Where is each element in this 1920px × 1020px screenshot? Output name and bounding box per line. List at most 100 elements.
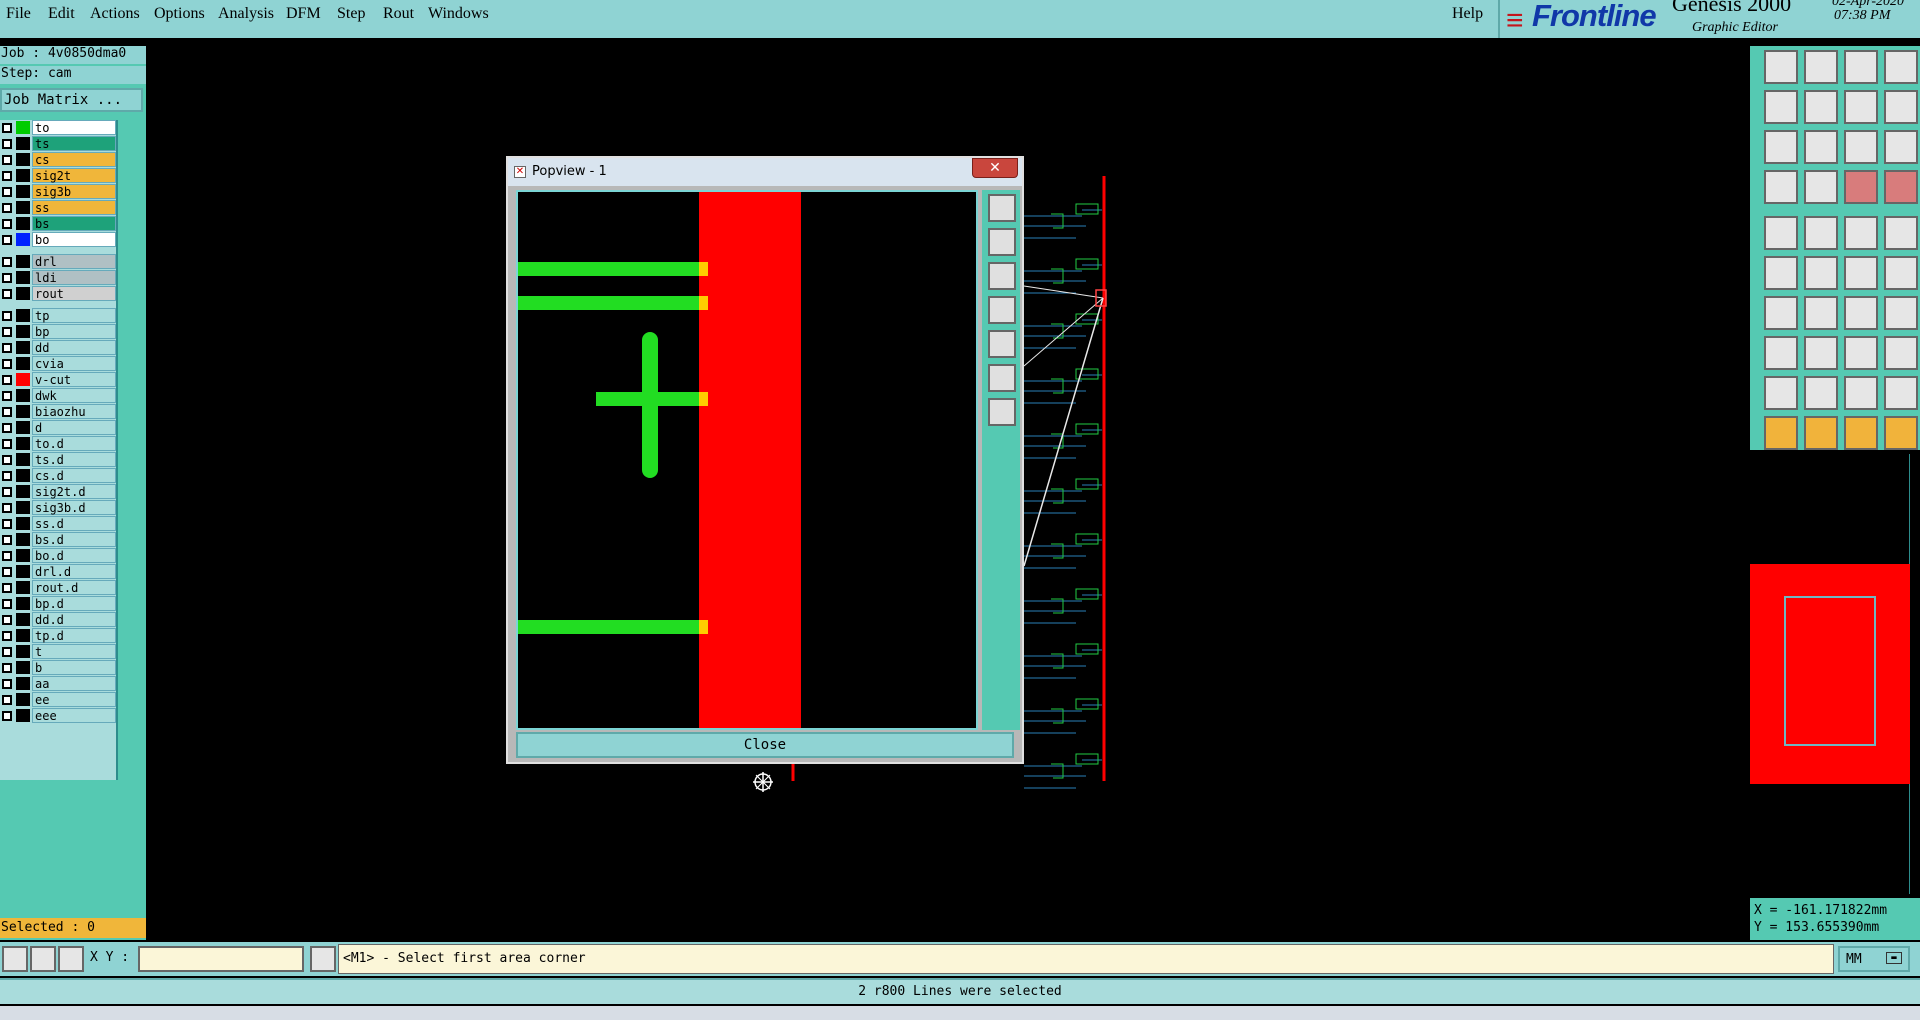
layer-name[interactable]: tp (32, 308, 116, 323)
layer-row-sig3b.d[interactable]: sig3b.d (0, 500, 116, 515)
layer-color-swatch[interactable] (16, 137, 30, 150)
triangle-icon[interactable] (1764, 376, 1798, 410)
menu-file[interactable]: File (6, 5, 31, 23)
layer-color-swatch[interactable] (16, 341, 30, 354)
copy-right-icon[interactable] (1804, 90, 1838, 124)
layer-checkbox[interactable] (2, 273, 12, 283)
layer-checkbox[interactable] (2, 235, 12, 245)
triangle3-icon[interactable] (1844, 376, 1878, 410)
layer-color-swatch[interactable] (16, 421, 30, 434)
layer-color-swatch[interactable] (16, 201, 30, 214)
arc-icon[interactable] (1844, 256, 1878, 290)
layer-row-bo.d[interactable]: bo.d (0, 548, 116, 563)
connect-icon[interactable] (1764, 256, 1798, 290)
layer-color-swatch[interactable] (16, 581, 30, 594)
layer-row-ts.d[interactable]: ts.d (0, 452, 116, 467)
layer-color-swatch[interactable] (16, 709, 30, 722)
layer-row-bo[interactable]: bo (0, 232, 116, 247)
layer-row-biaozhu[interactable]: biaozhu (0, 404, 116, 419)
layer-name[interactable]: t (32, 644, 116, 659)
layer-checkbox[interactable] (2, 471, 12, 481)
menu-windows[interactable]: Windows (428, 5, 489, 23)
select-info-icon[interactable] (1844, 416, 1878, 450)
layer-name[interactable]: cs.d (32, 468, 116, 483)
unit-select[interactable]: MM ▬ (1838, 946, 1910, 972)
layer-color-swatch[interactable] (16, 389, 30, 402)
layer-color-swatch[interactable] (16, 357, 30, 370)
pads-icon[interactable] (1884, 336, 1918, 370)
layer-checkbox[interactable] (2, 187, 12, 197)
layer-name[interactable]: d (32, 420, 116, 435)
layer-color-swatch[interactable] (16, 437, 30, 450)
layer-row-ss.d[interactable]: ss.d (0, 516, 116, 531)
move-down-icon[interactable] (1804, 50, 1838, 84)
layer-checkbox[interactable] (2, 439, 12, 449)
menu-edit[interactable]: Edit (48, 5, 75, 23)
layer-checkbox[interactable] (2, 155, 12, 165)
net-highlight-icon[interactable] (1844, 170, 1878, 204)
layer-name[interactable]: to (32, 120, 116, 135)
layer-name[interactable]: drl (32, 254, 116, 269)
layer-checkbox[interactable] (2, 535, 12, 545)
layer-row-t[interactable]: t (0, 644, 116, 659)
measure-icon[interactable] (30, 946, 56, 972)
move-up-icon[interactable] (1764, 50, 1798, 84)
layer-checkbox[interactable] (2, 423, 12, 433)
layer-name[interactable]: dd.d (32, 612, 116, 627)
layer-row-cs.d[interactable]: cs.d (0, 468, 116, 483)
layer-name[interactable]: sig2t (32, 168, 116, 183)
layer-row-drl.d[interactable]: drl.d (0, 564, 116, 579)
layer-row-v-cut[interactable]: v-cut (0, 372, 116, 387)
layer-name[interactable]: bs (32, 216, 116, 231)
layer-row-b[interactable]: b (0, 660, 116, 675)
zoom-fit-icon[interactable] (1764, 130, 1798, 164)
angle-icon[interactable] (1764, 296, 1798, 330)
layer-checkbox[interactable] (2, 551, 12, 561)
layer-row-rout[interactable]: rout (0, 286, 116, 301)
layer-row-ee[interactable]: ee (0, 692, 116, 707)
layer-color-swatch[interactable] (16, 565, 30, 578)
pad-add-icon[interactable] (1764, 216, 1798, 250)
layer-row-bs[interactable]: bs (0, 216, 116, 231)
layer-color-swatch[interactable] (16, 469, 30, 482)
layer-name[interactable]: b (32, 660, 116, 675)
layer-checkbox[interactable] (2, 647, 12, 657)
layer-color-swatch[interactable] (16, 153, 30, 166)
layer-name[interactable]: dwk (32, 388, 116, 403)
circle-add-icon[interactable] (1884, 216, 1918, 250)
layer-row-d[interactable]: d (0, 420, 116, 435)
layer-name[interactable]: eee (32, 708, 116, 723)
layer-checkbox[interactable] (2, 257, 12, 267)
layer-color-swatch[interactable] (16, 597, 30, 610)
layer-checkbox[interactable] (2, 171, 12, 181)
menu-step[interactable]: Step (337, 5, 365, 23)
layer-name[interactable]: to.d (32, 436, 116, 451)
layer-checkbox[interactable] (2, 615, 12, 625)
overview-view-frame[interactable] (1784, 596, 1876, 746)
layer-name[interactable]: bp (32, 324, 116, 339)
layer-color-swatch[interactable] (16, 629, 30, 642)
layer-name[interactable]: ss.d (32, 516, 116, 531)
menu-options[interactable]: Options (154, 5, 205, 23)
layer-color-swatch[interactable] (16, 309, 30, 322)
layer-checkbox[interactable] (2, 327, 12, 337)
layer-name[interactable]: ts.d (32, 452, 116, 467)
layer-checkbox[interactable] (2, 289, 12, 299)
layer-color-swatch[interactable] (16, 271, 30, 284)
triangle2-icon[interactable] (1804, 376, 1838, 410)
layer-name[interactable]: biaozhu (32, 404, 116, 419)
arc2-icon[interactable] (1884, 256, 1918, 290)
layer-color-swatch[interactable] (16, 517, 30, 530)
zoom-layers-icon[interactable] (988, 194, 1016, 222)
help-icon[interactable] (1884, 130, 1918, 164)
layer-color-swatch[interactable] (16, 677, 30, 690)
layer-row-to.d[interactable]: to.d (0, 436, 116, 451)
dot-icon[interactable] (1764, 336, 1798, 370)
layer-checkbox[interactable] (2, 123, 12, 133)
rotate-icon[interactable] (1844, 90, 1878, 124)
copy-left-icon[interactable] (1764, 90, 1798, 124)
select-net-icon[interactable] (1884, 416, 1918, 450)
layer-checkbox[interactable] (2, 203, 12, 213)
layer-row-aa[interactable]: aa (0, 676, 116, 691)
layer-color-swatch[interactable] (16, 453, 30, 466)
